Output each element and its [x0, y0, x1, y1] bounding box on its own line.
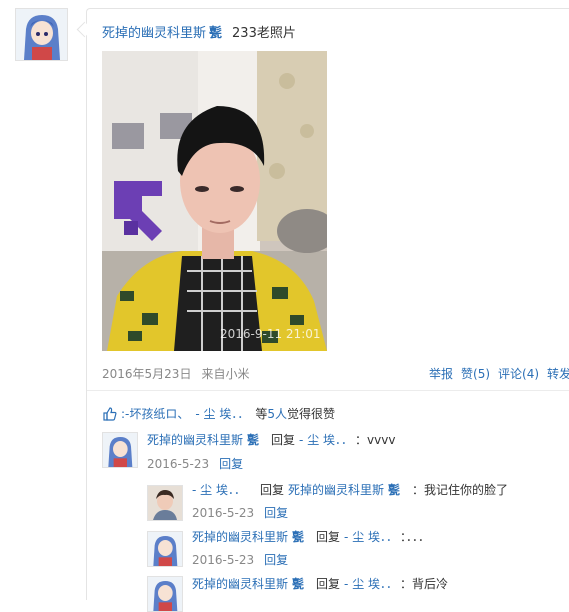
reply-word: 回复: [271, 433, 296, 447]
comment-4-body: 死掉的幽灵科里斯甏回复 - 尘 埃．． ：背后冷: [192, 575, 448, 592]
likes-suffix-prefix: 等: [255, 407, 268, 421]
comment-3-meta: 2016-5-23 回复: [192, 551, 288, 568]
likes-suffix: 觉得很赞: [287, 407, 336, 421]
vip-badge-icon[interactable]: 甏: [209, 26, 222, 41]
post-source: 来自小米: [201, 367, 250, 381]
likes-count-link[interactable]: 5人: [267, 407, 287, 421]
forward-button[interactable]: 转发: [547, 367, 569, 381]
boy-avatar-image: [148, 486, 182, 520]
reply-button[interactable]: 回复: [264, 506, 288, 520]
post-author-link[interactable]: 死掉的幽灵科里斯: [102, 26, 206, 41]
like-user-link[interactable]: - 尘 埃．．: [195, 407, 249, 421]
vip-badge-icon[interactable]: 甏: [247, 433, 259, 447]
comment-text: ：背后冷: [400, 577, 449, 591]
comment-date: 2016-5-23: [147, 457, 210, 471]
comment-target-link[interactable]: - 尘 埃．．: [344, 530, 392, 544]
comment-text: ：．．．: [400, 530, 431, 544]
comment-1-body: 死掉的幽灵科里斯甏回复 - 尘 埃．． ：vvvv: [147, 431, 395, 448]
selfie-photo: [102, 51, 327, 351]
comment-target-link[interactable]: 死掉的幽灵科里斯: [288, 483, 384, 497]
anime-avatar-image: [16, 9, 67, 60]
thumbs-up-icon: [103, 407, 117, 424]
comment-2-meta: 2016-5-23 回复: [192, 504, 288, 521]
anime-avatar-image: [148, 577, 182, 611]
vip-badge-icon[interactable]: 甏: [292, 530, 304, 544]
section-divider: [87, 390, 569, 391]
comment-target-link[interactable]: - 尘 埃．．: [344, 577, 392, 591]
like-user-link[interactable]: :-坏孩纸ロ、: [121, 407, 189, 421]
comment-button[interactable]: 评论(4): [498, 367, 539, 381]
comment-1-meta: 2016-5-23 回复: [147, 455, 243, 472]
reply-word: 回复: [316, 530, 341, 544]
post-meta: 2016年5月23日 来自小米: [102, 365, 249, 382]
reply-button[interactable]: 回复: [219, 457, 243, 471]
vip-badge-icon[interactable]: 甏: [292, 577, 304, 591]
comment-author-link[interactable]: 死掉的幽灵科里斯: [147, 433, 243, 447]
comment-3-body: 死掉的幽灵科里斯甏回复 - 尘 埃．． ：．．．: [192, 528, 430, 545]
commenter-avatar[interactable]: [147, 576, 183, 612]
comment-author-link[interactable]: 死掉的幽灵科里斯: [192, 530, 288, 544]
reply-word: 回复: [259, 483, 284, 497]
report-button[interactable]: 举报: [429, 367, 453, 381]
comment-text: ：我记住你的脸了: [412, 483, 509, 497]
like-button[interactable]: 赞(5): [461, 367, 490, 381]
comment-target-link[interactable]: - 尘 埃．．: [299, 433, 347, 447]
comment-text: ：vvvv: [355, 433, 396, 447]
reply-button[interactable]: 回复: [264, 553, 288, 567]
likes-line: :-坏孩纸ロ、 - 尘 埃．． 等5人觉得很赞: [103, 405, 335, 424]
anime-avatar-image: [103, 433, 137, 467]
anime-avatar-image: [148, 532, 182, 566]
vip-badge-icon[interactable]: 甏: [388, 483, 400, 497]
commenter-avatar[interactable]: [147, 485, 183, 521]
photo-timestamp-watermark: 2016-9-11 21:01: [220, 327, 321, 341]
reply-word: 回复: [316, 577, 341, 591]
post-date: 2016年5月23日: [102, 367, 192, 381]
post-header: 死掉的幽灵科里斯甏 233老照片: [102, 22, 296, 41]
commenter-avatar[interactable]: [102, 432, 138, 468]
comment-author-link[interactable]: - 尘 埃．．: [192, 483, 246, 497]
post-photo[interactable]: 2016-9-11 21:01: [102, 51, 327, 351]
author-avatar[interactable]: [15, 8, 68, 61]
post-actions: 举报 赞(5) 评论(4) 转发: [429, 365, 569, 382]
comment-date: 2016-5-23: [192, 553, 255, 567]
comment-2-body: - 尘 埃．． 回复 死掉的幽灵科里斯甏 ：我记住你的脸了: [192, 481, 508, 498]
commenter-avatar[interactable]: [147, 531, 183, 567]
post-text: 233老照片: [232, 26, 296, 41]
comment-date: 2016-5-23: [192, 506, 255, 520]
comment-author-link[interactable]: 死掉的幽灵科里斯: [192, 577, 288, 591]
